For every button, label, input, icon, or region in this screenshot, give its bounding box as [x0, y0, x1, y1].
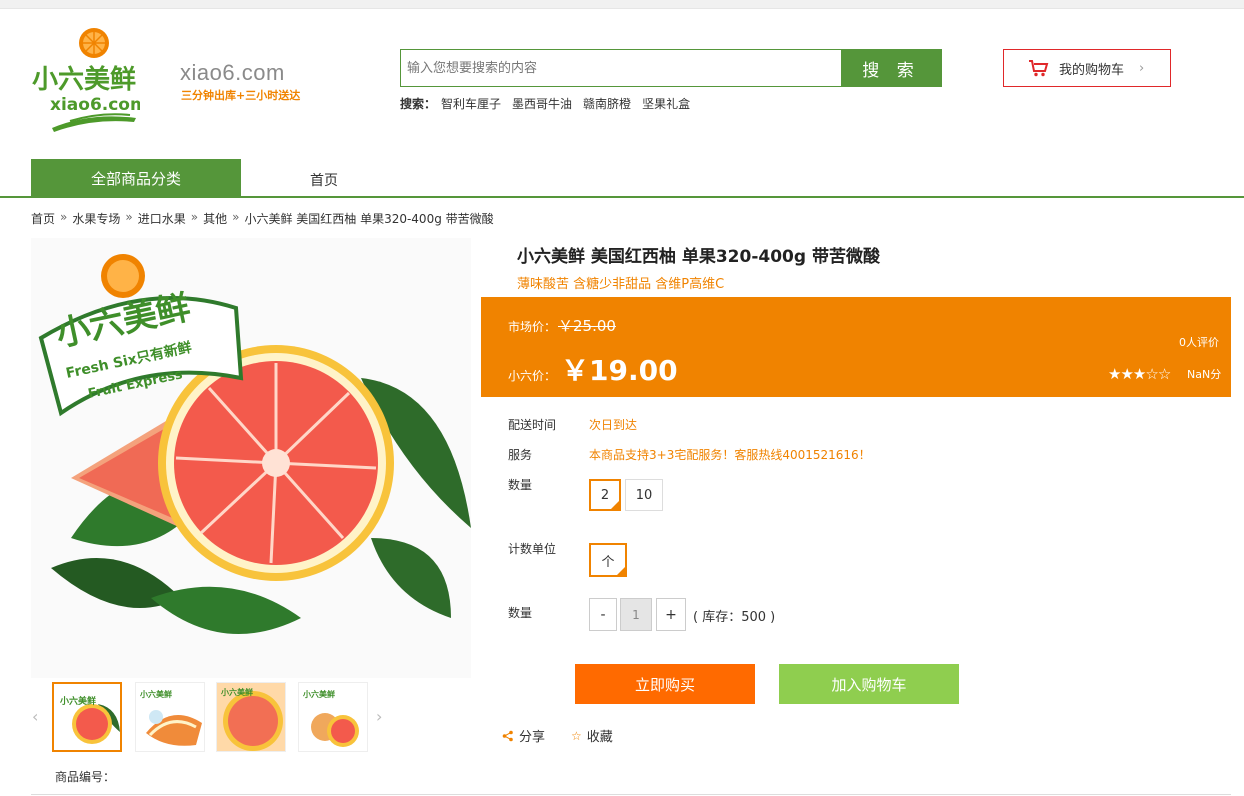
spec-label: 数量 [508, 478, 533, 492]
star-empty-icon: ☆ [1157, 365, 1171, 383]
search-button[interactable]: 搜 索 [841, 50, 941, 86]
product-subtitle: 薄味酸苦 含糖少非甜品 含维P高维C [517, 277, 725, 292]
svg-text:小六美鲜: 小六美鲜 [59, 695, 96, 707]
breadcrumb: 首页 » 水果专场 » 进口水果 » 其他 » 小六美鲜 美国红西柚 单果320… [31, 210, 494, 227]
stock-count: ( 库存：500 ) [693, 610, 776, 625]
slogan: 三分钟出库+三小时送达 [181, 89, 301, 102]
all-categories-menu[interactable]: 全部商品分类 [31, 159, 241, 197]
svg-text:小六美鲜: 小六美鲜 [220, 687, 253, 697]
sale-price-label: 小六价： [508, 369, 557, 383]
share-icon [502, 730, 513, 741]
spec-option-selected[interactable]: 2 [589, 479, 621, 511]
cart-button[interactable]: 我的购物车 › [1003, 49, 1171, 87]
star-empty-icon: ☆ [1145, 365, 1158, 383]
quantity-input[interactable]: 1 [620, 598, 652, 631]
bottom-divider [31, 794, 1231, 795]
favorite-button[interactable]: ☆ 收藏 [571, 726, 613, 746]
product-main-image: 小六美鲜 Fresh Six只有新鲜 Fruit Express [31, 238, 471, 678]
breadcrumb-separator: » [232, 210, 240, 224]
logo[interactable]: 小六美鲜 xiao6.com [30, 26, 140, 136]
thumbnail[interactable]: 小六美鲜 [298, 682, 368, 752]
hot-word-link[interactable]: 赣南脐橙 [583, 95, 631, 112]
delivery-value: 次日到达 [589, 418, 638, 432]
unit-label: 计数单位 [508, 542, 557, 556]
thumbnail-image: 小六美鲜 [59, 695, 120, 744]
top-strip [0, 0, 1244, 9]
thumbnail-image: 小六美鲜 [139, 689, 202, 746]
share-button[interactable]: 分享 [502, 726, 545, 745]
quantity-label: 数量 [508, 606, 533, 620]
delivery-label: 配送时间 [508, 418, 557, 432]
breadcrumb-item[interactable]: 进口水果 [138, 210, 186, 227]
hot-words: 搜索： 智利车厘子 墨西哥牛油 赣南脐橙 坚果礼盒 [400, 95, 690, 112]
breadcrumb-separator: » [125, 210, 133, 224]
svg-text:小六美鲜: 小六美鲜 [32, 64, 136, 95]
nav-home-link[interactable]: 首页 [310, 170, 338, 190]
quantity-increase-button[interactable]: + [656, 598, 686, 631]
service-value: 本商品支持3+3宅配服务！客服热线4001521616！ [589, 448, 871, 462]
sale-price: ￥19.00 [561, 354, 678, 387]
product-title: 小六美鲜 美国红西柚 单果320-400g 带苦微酸 [517, 247, 880, 267]
hot-word-link[interactable]: 墨西哥牛油 [512, 95, 572, 112]
cart-icon [1029, 60, 1049, 77]
svg-text:小六美鲜: 小六美鲜 [139, 689, 172, 699]
market-price-label: 市场价： [508, 320, 557, 334]
thumbnail[interactable]: 小六美鲜 [216, 682, 286, 752]
review-count[interactable]: 0人评价 [1179, 334, 1219, 350]
unit-option-selected[interactable]: 个 [589, 543, 627, 577]
thumbnail[interactable]: 小六美鲜 [135, 682, 205, 752]
thumbnail-image: 小六美鲜 [217, 683, 285, 751]
breadcrumb-separator: » [190, 210, 199, 224]
breadcrumb-item[interactable]: 首页 [31, 210, 55, 227]
star-rating: ★★★☆☆ [1108, 365, 1171, 383]
service-label: 服务 [508, 448, 533, 462]
market-price: ￥25.00 [558, 317, 616, 335]
chevron-right-icon: › [1139, 60, 1145, 76]
add-to-cart-button[interactable]: 加入购物车 [779, 664, 959, 704]
buy-now-button[interactable]: 立即购买 [575, 664, 755, 704]
cart-label: 我的购物车 [1059, 62, 1125, 78]
sku-label: 商品编号： [55, 770, 116, 784]
favorite-label: 收藏 [586, 730, 613, 745]
nav-divider [0, 196, 1244, 198]
breadcrumb-separator: » [60, 210, 68, 224]
site-domain: xiao6.com [180, 60, 285, 85]
thumb-prev-icon[interactable]: ‹ [32, 707, 38, 726]
hot-words-label: 搜索： [400, 97, 437, 111]
spec-option[interactable]: 10 [625, 479, 663, 511]
share-label: 分享 [519, 730, 546, 745]
breadcrumb-item[interactable]: 其他 [203, 210, 227, 227]
star-outline-icon: ☆ [571, 728, 582, 743]
hot-word-link[interactable]: 智利车厘子 [441, 95, 501, 112]
hot-word-link[interactable]: 坚果礼盒 [642, 95, 690, 112]
thumbnail-image: 小六美鲜 [302, 689, 359, 747]
star-filled-icon: ★ [1108, 365, 1121, 383]
svg-text:小六美鲜: 小六美鲜 [302, 689, 335, 699]
quantity-decrease-button[interactable]: - [589, 598, 617, 631]
star-filled-icon: ★ [1132, 365, 1146, 383]
thumbnail[interactable]: 小六美鲜 [52, 682, 122, 752]
search-input[interactable] [401, 50, 841, 86]
search-box: 搜 索 [400, 49, 942, 87]
breadcrumb-current: 小六美鲜 美国红西柚 单果320-400g 带苦微酸 [244, 212, 494, 226]
thumb-next-icon[interactable]: › [376, 707, 382, 726]
star-filled-icon: ★ [1120, 365, 1133, 383]
svg-text:xiao6.com: xiao6.com [50, 95, 140, 115]
price-panel: 市场价： ￥25.00 小六价： ￥19.00 0人评价 ★★★☆☆ NaN分 [481, 297, 1231, 397]
breadcrumb-item[interactable]: 水果专场 [72, 210, 120, 227]
rating-score: NaN分 [1187, 368, 1222, 381]
